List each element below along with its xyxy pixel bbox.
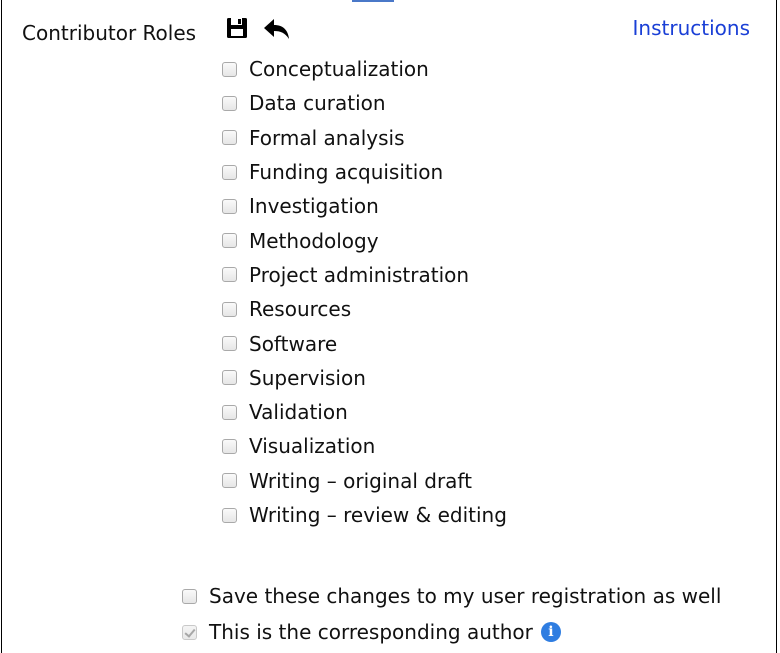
- role-item[interactable]: Methodology: [222, 223, 507, 257]
- role-item[interactable]: Project administration: [222, 258, 507, 292]
- role-label: Writing – original draft: [249, 468, 472, 493]
- role-item[interactable]: Data curation: [222, 86, 507, 120]
- role-checkbox[interactable]: [222, 438, 237, 454]
- roles-list: Conceptualization Data curation Formal a…: [222, 52, 507, 532]
- role-checkbox[interactable]: [222, 130, 237, 146]
- role-item[interactable]: Conceptualization: [222, 52, 507, 86]
- role-item[interactable]: Software: [222, 326, 507, 360]
- corresponding-author-checkbox: [182, 624, 197, 640]
- corresponding-author-label: This is the corresponding author: [209, 620, 533, 644]
- info-icon[interactable]: i: [540, 622, 561, 642]
- role-label: Funding acquisition: [249, 160, 444, 185]
- role-label: Project administration: [249, 262, 470, 287]
- role-checkbox[interactable]: [222, 507, 237, 523]
- contributor-roles-label: Contributor Roles: [22, 21, 197, 45]
- contributor-roles-panel: Contributor Roles Instructions Conceptua…: [1, 0, 777, 653]
- role-checkbox[interactable]: [222, 301, 237, 317]
- role-label: Validation: [249, 400, 348, 425]
- role-checkbox[interactable]: [222, 61, 237, 77]
- cut-off-link-fragment: [352, 0, 394, 2]
- role-label: Data curation: [249, 91, 386, 116]
- save-registration-checkbox[interactable]: [182, 588, 197, 604]
- corresponding-author-option: This is the corresponding author i: [182, 619, 561, 645]
- role-checkbox[interactable]: [222, 336, 237, 352]
- role-label: Methodology: [249, 228, 379, 253]
- role-item[interactable]: Validation: [222, 395, 507, 429]
- role-checkbox[interactable]: [222, 233, 237, 249]
- role-checkbox[interactable]: [222, 404, 237, 420]
- role-checkbox[interactable]: [222, 164, 237, 180]
- role-label: Resources: [249, 297, 352, 322]
- floppy-disk-icon[interactable]: [226, 17, 248, 39]
- role-checkbox[interactable]: [222, 267, 237, 283]
- role-label: Writing – review & editing: [249, 503, 507, 527]
- role-item[interactable]: Investigation: [222, 189, 507, 223]
- role-label: Visualization: [249, 434, 376, 459]
- reply-arrow-icon[interactable]: [263, 18, 291, 40]
- role-item[interactable]: Resources: [222, 292, 507, 326]
- role-label: Supervision: [249, 365, 366, 390]
- role-item[interactable]: Writing – original draft: [222, 464, 507, 498]
- role-item[interactable]: Formal analysis: [222, 121, 507, 155]
- instructions-link[interactable]: Instructions: [633, 15, 750, 41]
- role-item[interactable]: Writing – review & editing: [222, 498, 507, 532]
- role-checkbox[interactable]: [222, 95, 237, 111]
- role-item[interactable]: Funding acquisition: [222, 155, 507, 189]
- role-label: Investigation: [249, 194, 379, 219]
- role-label: Formal analysis: [249, 125, 405, 150]
- role-item[interactable]: Supervision: [222, 361, 507, 395]
- role-label: Software: [249, 331, 338, 356]
- role-item[interactable]: Visualization: [222, 429, 507, 463]
- role-label: Conceptualization: [249, 57, 429, 82]
- role-checkbox[interactable]: [222, 473, 237, 489]
- save-registration-option[interactable]: Save these changes to my user registrati…: [182, 583, 721, 609]
- role-checkbox[interactable]: [222, 198, 237, 214]
- role-checkbox[interactable]: [222, 370, 237, 386]
- save-registration-label: Save these changes to my user registrati…: [209, 584, 722, 608]
